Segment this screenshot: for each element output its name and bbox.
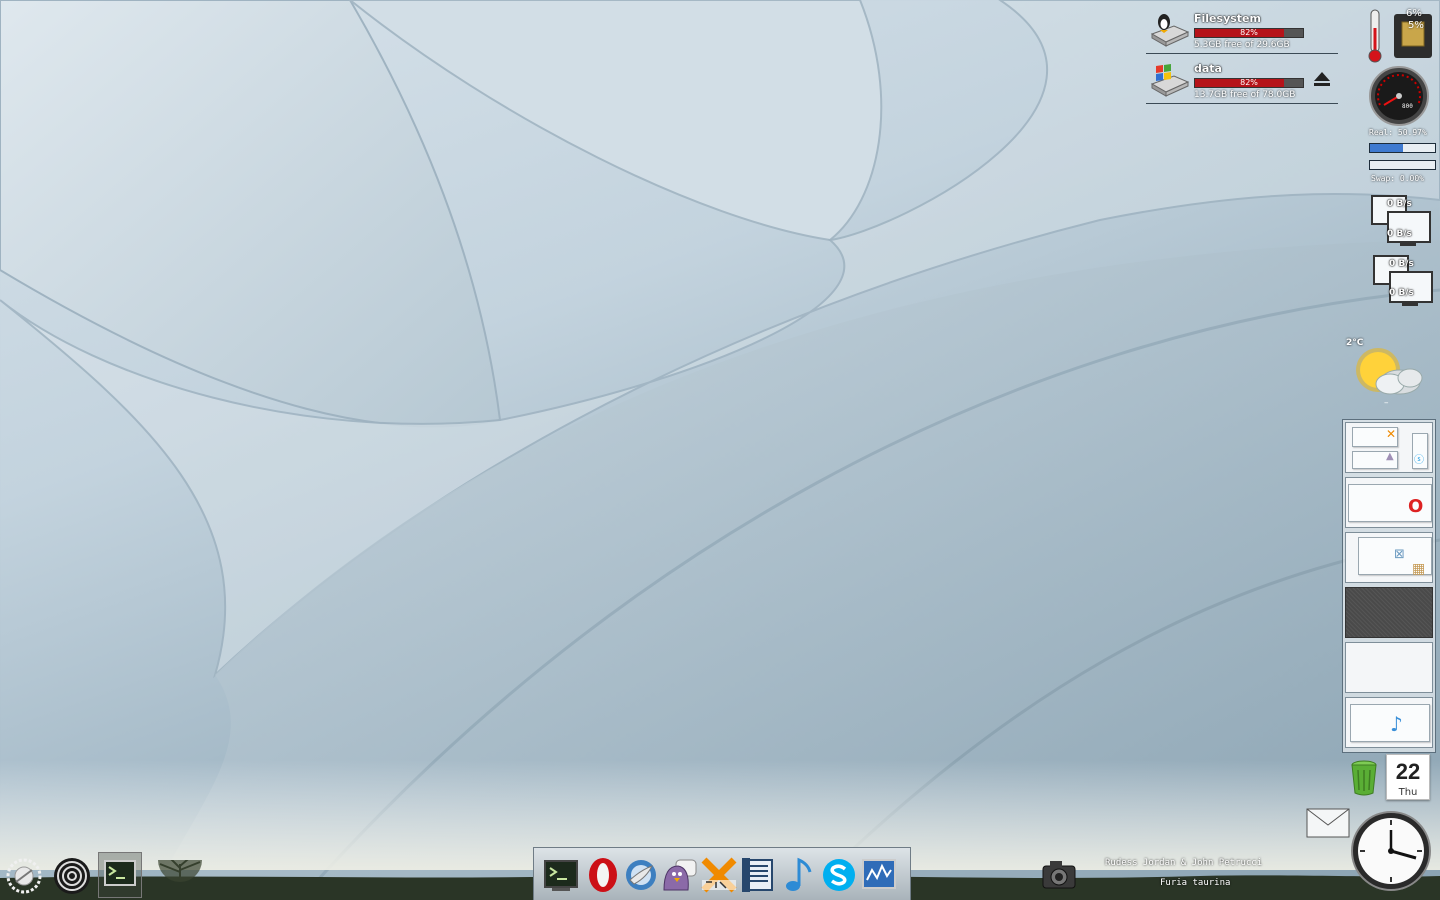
monitor-mini-icon: ⊠ — [1394, 547, 1405, 562]
weather-subtext: – — [1384, 398, 1389, 408]
dock-document-viewer[interactable] — [740, 856, 778, 894]
gauge-scale-label: 800 — [1402, 103, 1413, 110]
dock-pidgin[interactable] — [660, 856, 698, 894]
network-monitor-1[interactable]: 0 B/s 0 B/s — [1370, 194, 1434, 250]
network-up-rate: 0 B/s — [1389, 288, 1414, 298]
opera-mini-icon: O — [1408, 496, 1424, 517]
music-mini-icon: ♪ — [1390, 712, 1403, 736]
cpu-core2-percent: 5% — [1408, 20, 1424, 31]
partly-cloudy-icon[interactable] — [1350, 346, 1430, 402]
memory-swap-bar — [1369, 160, 1436, 170]
memory-real-bar — [1369, 143, 1436, 153]
disk-name: Filesystem — [1194, 12, 1261, 25]
desktop-wallpaper — [0, 0, 1440, 900]
thermometer-icon — [1366, 8, 1384, 64]
dock-skype[interactable] — [820, 856, 858, 894]
calendar-weekday: Thu — [1398, 787, 1418, 798]
xchat-icon — [701, 857, 737, 893]
desktop-6[interactable]: ♪ — [1345, 697, 1433, 748]
disk-free-label: 13.7GB free of 78.0GB — [1194, 90, 1296, 100]
disk-usage-bar: 82% — [1194, 28, 1304, 38]
network-up-rate: 0 B/s — [1387, 229, 1412, 239]
network-down-rate: 0 B/s — [1387, 199, 1412, 209]
disk-name: data — [1194, 62, 1222, 75]
dock-music-player[interactable] — [780, 856, 818, 894]
opera-icon — [589, 858, 617, 892]
disk-usage-bar: 82% — [1194, 78, 1304, 88]
desktop-2[interactable]: O — [1345, 477, 1433, 528]
xchat-mini-icon: ✕ — [1386, 427, 1397, 441]
terminal-launcher[interactable] — [98, 852, 142, 898]
image-mini-icon: ▦ — [1412, 561, 1426, 577]
camera-icon[interactable] — [1040, 856, 1078, 892]
desktop-5[interactable] — [1345, 642, 1433, 693]
cpu-monitor[interactable]: 6% 5% — [1386, 6, 1434, 60]
desktop-1[interactable]: ✕ ⓢ ▲ — [1345, 422, 1433, 473]
terminal-icon — [544, 860, 578, 891]
memory-gauge[interactable]: 800 — [1368, 65, 1430, 127]
skype-icon — [823, 859, 855, 891]
disk-usage-percent: 82% — [1240, 28, 1258, 37]
dock-opera[interactable] — [584, 856, 622, 894]
virtual-desktop-pager[interactable]: ✕ ⓢ ▲ O ⊠ ▦ ♪ — [1342, 419, 1436, 753]
dock-xchat[interactable] — [700, 856, 738, 894]
system-monitor-icon — [862, 859, 896, 889]
application-dock — [533, 847, 911, 900]
cpu-core1-percent: 6% — [1406, 8, 1422, 19]
document-viewer-icon — [742, 858, 773, 892]
dock-terminal[interactable] — [542, 856, 580, 894]
windows-drive-icon — [1148, 62, 1190, 98]
desktop-4-active[interactable] — [1345, 587, 1433, 638]
eject-icon[interactable] — [1313, 70, 1331, 88]
calendar-day: 22 — [1395, 759, 1421, 784]
mail-envelope-icon[interactable] — [1306, 808, 1350, 838]
skype-mini-icon: ⓢ — [1414, 455, 1424, 466]
terminal-icon — [104, 860, 136, 886]
network-monitor-2[interactable]: 0 B/s 0 B/s — [1370, 254, 1434, 310]
disk-widget-filesystem[interactable]: Filesystem 82% 5.3GB free of 29.6GB — [1146, 6, 1338, 54]
dock-system-monitor[interactable] — [860, 856, 898, 894]
linux-drive-icon — [1148, 12, 1190, 48]
pidgin-mini-icon: ▲ — [1386, 451, 1394, 462]
now-playing-artist: Rudess Jordan & John Petrucci — [1105, 858, 1263, 868]
thunderbird-icon — [626, 860, 656, 890]
music-note-icon — [786, 857, 812, 891]
now-playing-title: Furia taurina — [1160, 878, 1231, 888]
disk-widget-data[interactable]: data 82% 13.7GB free of 78.0GB — [1146, 56, 1338, 104]
memory-real-label: Real: 50.97% — [1369, 128, 1427, 137]
kde-spiral-icon[interactable] — [52, 856, 92, 896]
memory-real-fill — [1370, 144, 1404, 152]
network-down-rate: 0 B/s — [1389, 259, 1414, 269]
calendar-widget[interactable]: 22 Thu — [1386, 754, 1430, 800]
dock-thunderbird[interactable] — [622, 856, 660, 894]
pidgin-icon — [663, 859, 697, 891]
desktop-3[interactable]: ⊠ ▦ — [1345, 532, 1433, 583]
disk-free-label: 5.3GB free of 29.6GB — [1194, 40, 1290, 50]
trash-icon[interactable] — [1349, 760, 1379, 796]
memory-swap-label: Swap: 0.00% — [1371, 174, 1424, 183]
analog-clock[interactable] — [1350, 810, 1432, 892]
kde-menu-icon[interactable] — [4, 856, 44, 896]
disk-usage-percent: 82% — [1240, 78, 1258, 87]
